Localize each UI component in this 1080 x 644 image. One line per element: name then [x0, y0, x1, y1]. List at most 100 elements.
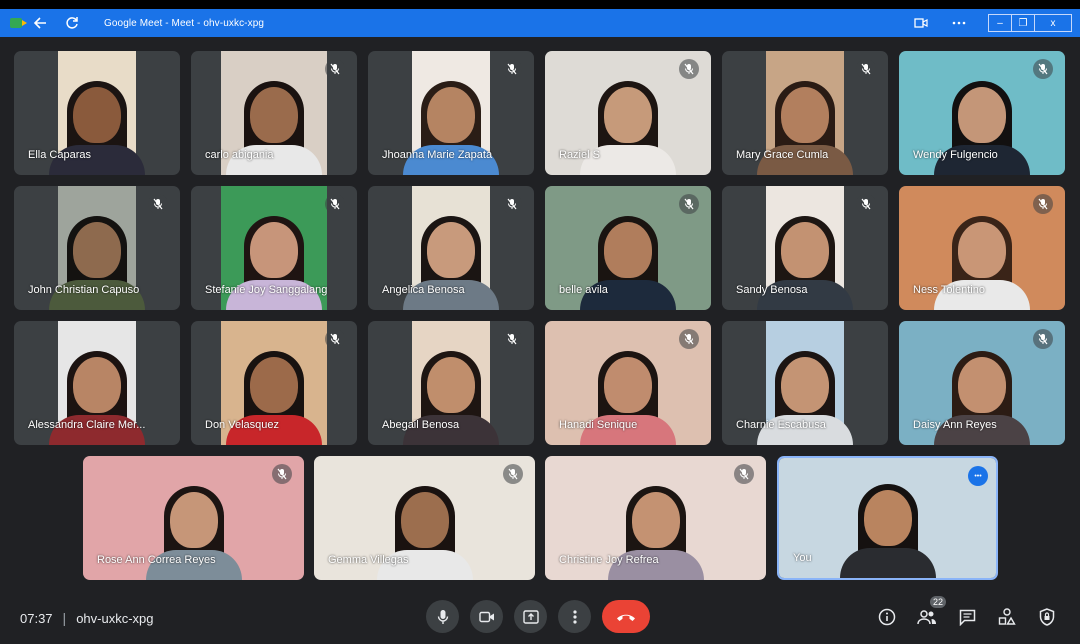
self-video-tile[interactable]: You •••	[777, 456, 998, 580]
participant-avatar	[226, 81, 322, 175]
participant-tile[interactable]: Hanadi Senique	[545, 321, 711, 445]
participant-name: Christine Joy Refrea	[559, 554, 659, 566]
participant-tile[interactable]: John Christian Capuso	[14, 186, 180, 310]
participant-name: Charnie Escabusa	[736, 419, 826, 431]
participant-avatar	[934, 351, 1030, 445]
participant-name: Sandy Benosa	[736, 284, 808, 296]
people-count-badge: 22	[929, 596, 946, 608]
muted-mic-icon	[1033, 329, 1053, 349]
participant-avatar	[376, 486, 473, 580]
participant-tile[interactable]: Charnie Escabusa	[722, 321, 888, 445]
camera-icon	[478, 611, 494, 622]
participant-name: Ness Tolentino	[913, 284, 985, 296]
participant-tile[interactable]: Abegail Benosa	[368, 321, 534, 445]
meeting-code: ohv-uxkc-xpg	[76, 610, 154, 626]
more-options-button[interactable]	[558, 600, 591, 633]
close-button[interactable]: x	[1034, 14, 1072, 32]
participant-name: Rose Ann Correa Reyes	[97, 554, 216, 566]
participant-tile[interactable]: Ness Tolentino	[899, 186, 1065, 310]
participant-tile[interactable]: Jhoanna Marie Zapata	[368, 51, 534, 175]
muted-mic-icon	[502, 329, 522, 349]
host-controls-button[interactable]	[1032, 602, 1062, 632]
activities-button[interactable]	[992, 602, 1022, 632]
participant-tile[interactable]: Sandy Benosa	[722, 186, 888, 310]
meeting-time: 07:37	[20, 610, 53, 626]
participant-name: belle avila	[559, 284, 608, 296]
back-arrow-icon[interactable]	[28, 11, 52, 35]
participant-avatar	[757, 81, 853, 175]
participant-avatar	[580, 351, 676, 445]
participant-tile[interactable]: Daisy Ann Reyes	[899, 321, 1065, 445]
muted-mic-icon	[734, 464, 754, 484]
participant-name: Abegail Benosa	[382, 419, 460, 431]
participant-avatar	[403, 81, 499, 175]
participant-avatar	[49, 216, 145, 310]
participant-name: John Christian Capuso	[28, 284, 140, 296]
participant-avatar	[226, 216, 322, 310]
window-title: Google Meet - Meet - ohv-uxkc-xpg	[104, 17, 265, 29]
video-grid: Ella Caparas carlo abigania Jhoanna Marie …	[0, 37, 1080, 592]
participant-name: Daisy Ann Reyes	[913, 419, 997, 431]
participant-avatar	[934, 81, 1030, 175]
muted-mic-icon	[502, 59, 522, 79]
participant-tile[interactable]: Christine Joy Refrea	[545, 456, 766, 580]
participant-avatar	[934, 216, 1030, 310]
cast-video-icon[interactable]	[909, 11, 933, 35]
participant-name: Wendy Fulgencio	[913, 149, 998, 161]
participant-name: Don Velasquez	[205, 419, 279, 431]
meeting-details-button[interactable]	[872, 602, 902, 632]
participant-avatar	[145, 486, 242, 580]
participant-tile[interactable]: Ella Caparas	[14, 51, 180, 175]
participant-avatar	[839, 484, 936, 578]
participant-tile[interactable]: Raziel S	[545, 51, 711, 175]
participant-name: Angelica Benosa	[382, 284, 465, 296]
chat-button[interactable]	[952, 602, 982, 632]
reload-icon[interactable]	[60, 11, 84, 35]
participant-avatar	[607, 486, 704, 580]
participant-avatar	[580, 216, 676, 310]
participant-tile[interactable]: Rose Ann Correa Reyes	[83, 456, 304, 580]
participant-tile[interactable]: Angelica Benosa	[368, 186, 534, 310]
browser-titlebar: Google Meet - Meet - ohv-uxkc-xpg – ❐ x	[0, 9, 1080, 37]
tile-options-icon[interactable]: •••	[968, 466, 988, 486]
people-button[interactable]: 22	[912, 596, 946, 632]
participant-name: Alessandra Claire Mer...	[28, 419, 146, 431]
end-call-button[interactable]	[602, 600, 650, 633]
muted-mic-icon	[503, 464, 523, 484]
participant-tile[interactable]: Don Velasquez	[191, 321, 357, 445]
participant-tile[interactable]: Stefanie Joy Sanggalang	[191, 186, 357, 310]
maximize-button[interactable]: ❐	[1011, 14, 1035, 32]
muted-mic-icon	[502, 194, 522, 214]
participant-avatar	[49, 81, 145, 175]
participant-tile[interactable]: Gemma Villegas	[314, 456, 535, 580]
participant-name: You	[793, 552, 812, 564]
minimize-button[interactable]: –	[988, 14, 1012, 32]
muted-mic-icon	[856, 59, 876, 79]
muted-mic-icon	[325, 329, 345, 349]
muted-mic-icon	[856, 194, 876, 214]
present-screen-button[interactable]	[514, 600, 547, 633]
muted-mic-icon	[679, 194, 699, 214]
participant-tile[interactable]: carlo abigania	[191, 51, 357, 175]
muted-mic-icon	[679, 59, 699, 79]
participant-tile[interactable]: belle avila	[545, 186, 711, 310]
muted-mic-icon	[325, 194, 345, 214]
muted-mic-icon	[148, 194, 168, 214]
participant-name: Stefanie Joy Sanggalang	[205, 284, 328, 296]
muted-mic-icon	[679, 329, 699, 349]
participant-tile[interactable]: Mary Grace Cumla	[722, 51, 888, 175]
info-icon	[878, 608, 896, 626]
participant-tile[interactable]: Alessandra Claire Mer...	[14, 321, 180, 445]
participant-name: Hanadi Senique	[559, 419, 638, 431]
participant-name: Raziel S	[559, 149, 600, 161]
more-options-icon[interactable]	[947, 11, 971, 35]
muted-mic-icon	[325, 59, 345, 79]
participant-tile[interactable]: Wendy Fulgencio	[899, 51, 1065, 175]
camera-button[interactable]	[470, 600, 503, 633]
present-screen-icon	[522, 609, 539, 624]
microphone-button[interactable]	[426, 600, 459, 633]
activities-shapes-icon	[998, 608, 1016, 625]
participant-name: Gemma Villegas	[328, 554, 409, 566]
status-strip	[0, 0, 1080, 9]
muted-mic-icon	[272, 464, 292, 484]
